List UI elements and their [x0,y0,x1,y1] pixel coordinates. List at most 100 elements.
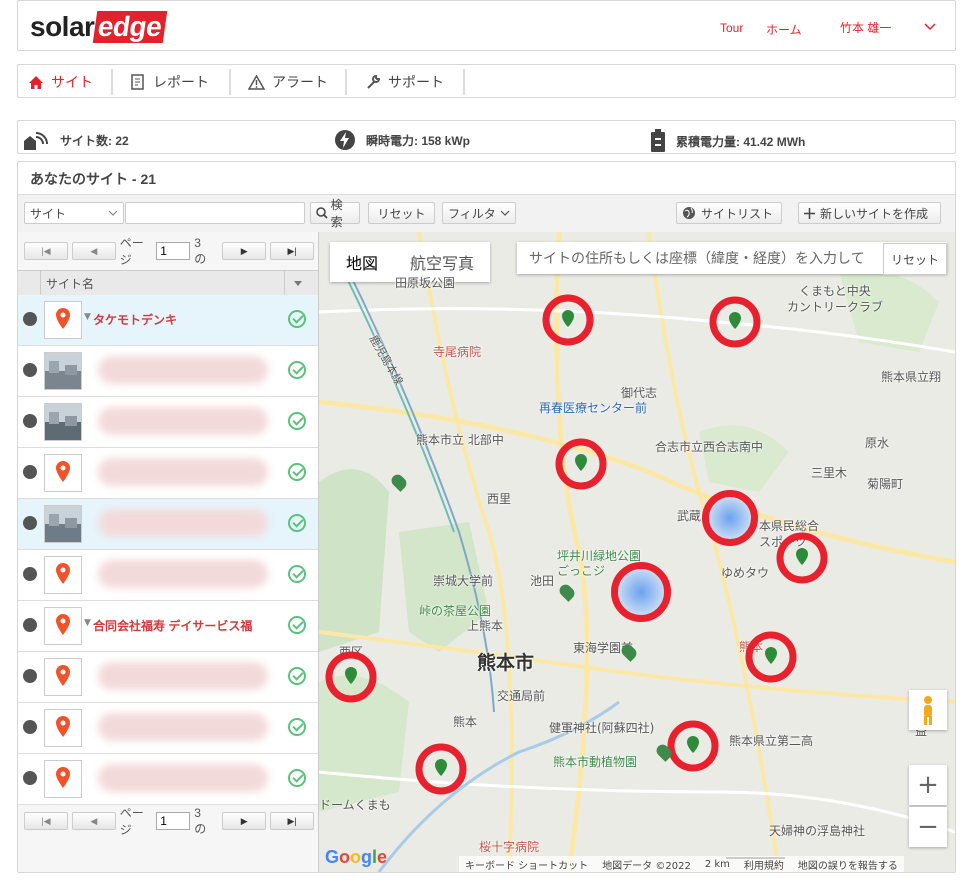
map-pin-icon [56,614,70,635]
battery-icon [651,129,665,152]
status-ok-icon [288,361,306,379]
stat-sites: サイト数: 22 [22,129,129,151]
home-link[interactable]: ホーム [766,21,802,38]
filter-select[interactable]: サイト [24,202,124,224]
table-row[interactable] [18,703,318,754]
site-thumbnail[interactable] [44,709,82,747]
site-marker[interactable] [776,532,828,584]
site-list-button[interactable]: サイトリスト [676,202,782,224]
table-row[interactable] [18,754,318,805]
tour-link[interactable]: Tour [720,21,743,35]
globe-icon[interactable] [23,363,37,377]
site-thumbnail[interactable] [44,454,82,492]
site-marker[interactable] [555,438,607,490]
status-ok-icon [288,310,306,328]
report-error-link[interactable]: 地図の誤りを報告する [798,857,898,872]
search-button[interactable]: 検索 [310,198,360,229]
map-pin-icon [56,563,70,584]
site-name[interactable]: 合同会社福寿 デイサービス福 [93,617,278,634]
redacted-site-name [98,662,268,690]
cluster-marker[interactable] [611,562,671,622]
terms-link[interactable]: 利用規約 [744,857,784,872]
redacted-site-name [98,356,268,384]
site-thumbnail[interactable] [44,556,82,594]
table-row[interactable]: 合同会社福寿 デイサービス福 ▼ [18,601,318,652]
map-pin-icon [56,308,70,329]
site-marker[interactable] [745,631,797,683]
cluster-marker[interactable] [702,490,758,546]
globe-icon[interactable] [23,312,37,326]
map-pin-icon [542,294,594,346]
globe-icon[interactable] [23,414,37,428]
site-marker[interactable] [709,296,761,348]
table-row[interactable] [18,499,318,550]
expand-arrow-icon[interactable]: ▼ [84,312,91,322]
zoom-out-button[interactable]: − [909,807,947,847]
page-input[interactable] [156,242,191,260]
site-marker[interactable] [415,743,467,795]
search-input[interactable] [125,202,305,224]
globe-icon[interactable] [23,669,37,683]
next-page-button[interactable]: ▶ [222,812,267,830]
site-map[interactable]: 地図 航空写真 サイトの住所もしくは座標（緯度・経度）を入力して リセット 田原… [319,232,955,872]
globe-icon[interactable] [23,465,37,479]
column-header[interactable]: サイト名 [18,270,318,296]
table-row[interactable] [18,550,318,601]
site-name[interactable]: タケモトデンキ [93,311,278,328]
prev-page-button[interactable]: ◀ [71,812,116,830]
site-thumbnail[interactable] [44,607,82,645]
prev-page-button[interactable]: ◀ [71,242,116,260]
tab-site[interactable]: サイト [28,72,93,92]
redacted-site-name [98,509,268,537]
map-pin-icon [56,665,70,686]
pager-bottom: |◀ ◀ ページ 3 の ▶ ▶| [18,805,318,837]
site-list: |◀ ◀ ページ 3 の ▶ ▶| サイト名 タケモトデンキ▼合同会社福寿 デイ… [18,232,319,872]
table-row[interactable] [18,652,318,703]
globe-icon[interactable] [23,771,37,785]
zoom-in-button[interactable]: + [909,765,947,805]
tab-support[interactable]: サポート [365,72,444,92]
status-ok-icon [288,565,306,583]
site-thumbnail[interactable] [44,352,82,390]
tab-alert[interactable]: アラート [248,72,328,92]
report-icon [131,74,144,90]
user-menu[interactable]: 竹本 雄一 [840,19,891,36]
chevron-down-icon[interactable] [924,23,936,31]
keyboard-shortcuts-link[interactable]: キーボード ショートカット [465,857,588,872]
site-thumbnail[interactable] [44,760,82,798]
reset-button[interactable]: リセット [368,202,435,224]
globe-icon[interactable] [23,720,37,734]
first-page-button[interactable]: |◀ [24,242,68,260]
new-site-button[interactable]: 新しいサイトを作成 [798,202,941,224]
map-pin-icon [709,296,761,348]
site-marker[interactable] [667,720,719,772]
site-thumbnail[interactable] [44,403,82,441]
first-page-button[interactable]: |◀ [24,812,68,830]
site-thumbnail[interactable] [44,301,82,339]
next-page-button[interactable]: ▶ [222,242,267,260]
table-row[interactable]: タケモトデンキ ▼ [18,295,318,346]
tab-report[interactable]: レポート [130,72,209,92]
globe-icon[interactable] [23,567,37,581]
table-row[interactable] [18,397,318,448]
site-marker[interactable] [542,294,594,346]
sort-down-icon[interactable] [294,281,302,286]
street-view-pegman[interactable] [909,690,947,730]
page-input[interactable] [156,812,191,830]
map-tab[interactable]: 地図 [330,242,394,282]
table-row[interactable] [18,346,318,397]
filter-dropdown[interactable]: フィルタ [442,202,516,224]
status-ok-icon [288,718,306,736]
last-page-button[interactable]: ▶| [270,812,315,830]
expand-arrow-icon[interactable]: ▼ [84,618,91,628]
globe-icon[interactable] [23,618,37,632]
site-thumbnail[interactable] [44,505,82,543]
last-page-button[interactable]: ▶| [270,242,315,260]
globe-icon[interactable] [23,516,37,530]
chevron-down-icon [500,210,510,216]
solaredge-logo[interactable]: solaredge [30,11,169,43]
table-row[interactable] [18,448,318,499]
site-thumbnail[interactable] [44,658,82,696]
site-marker[interactable] [325,651,377,703]
map-reset-button[interactable]: リセット [883,243,947,275]
